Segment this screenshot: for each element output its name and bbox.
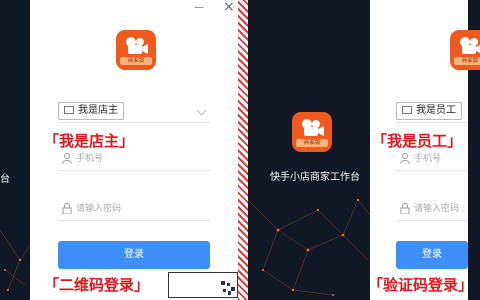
shop-icon	[402, 106, 412, 114]
camera-icon	[460, 37, 480, 54]
login-button[interactable]: 登录	[396, 241, 468, 269]
minimize-button[interactable]: —	[194, 2, 204, 13]
right-login-panel: 商家版 我是员工 「我是员工」 手机号 请输入密码 登录 「验证码登录」	[368, 0, 480, 300]
user-icon	[62, 153, 72, 164]
close-button[interactable]: ×	[223, 0, 235, 15]
shop-icon	[64, 106, 74, 114]
qr-login-caption: 「二维码登录」	[44, 276, 150, 294]
app-badge: 商家版	[454, 57, 480, 65]
partial-title-text: 台	[0, 174, 10, 185]
phone-input[interactable]: 手机号	[396, 148, 468, 171]
code-login-caption: 「验证码登录」	[368, 276, 474, 294]
user-icon	[400, 153, 410, 164]
chevron-down-icon	[196, 105, 207, 116]
camera-icon	[126, 37, 148, 54]
password-input[interactable]: 请输入密码	[396, 198, 468, 221]
role-selected-value: 我是员工	[396, 102, 462, 120]
left-login-panel: — × 商家版 我是店主 「我是店主」 手机号 请输入密码 登录 「二维码登录」	[30, 0, 238, 300]
phone-input[interactable]: 手机号	[58, 148, 210, 171]
role-select[interactable]: 我是员工	[396, 100, 468, 123]
app-badge: 商家版	[120, 57, 152, 65]
qr-code-icon	[221, 281, 235, 295]
lock-icon	[400, 203, 410, 214]
login-button[interactable]: 登录	[58, 241, 210, 269]
qr-login-button[interactable]	[168, 272, 238, 298]
lock-icon	[62, 203, 72, 214]
network-background	[0, 229, 30, 291]
role-select[interactable]: 我是店主	[58, 100, 210, 123]
workbench-title: 快手小店商家工作台	[270, 172, 360, 183]
panel-divider	[238, 0, 248, 300]
role-selected-value: 我是店主	[58, 102, 124, 120]
camera-icon	[302, 119, 324, 136]
left-dark-panel: 台	[0, 0, 30, 300]
password-input[interactable]: 请输入密码	[58, 198, 210, 221]
app-badge: 商家版	[296, 139, 328, 147]
workbench-logo: 商家版	[292, 112, 332, 152]
app-logo: 商家版	[116, 30, 156, 70]
app-logo: 商家版	[450, 30, 480, 70]
